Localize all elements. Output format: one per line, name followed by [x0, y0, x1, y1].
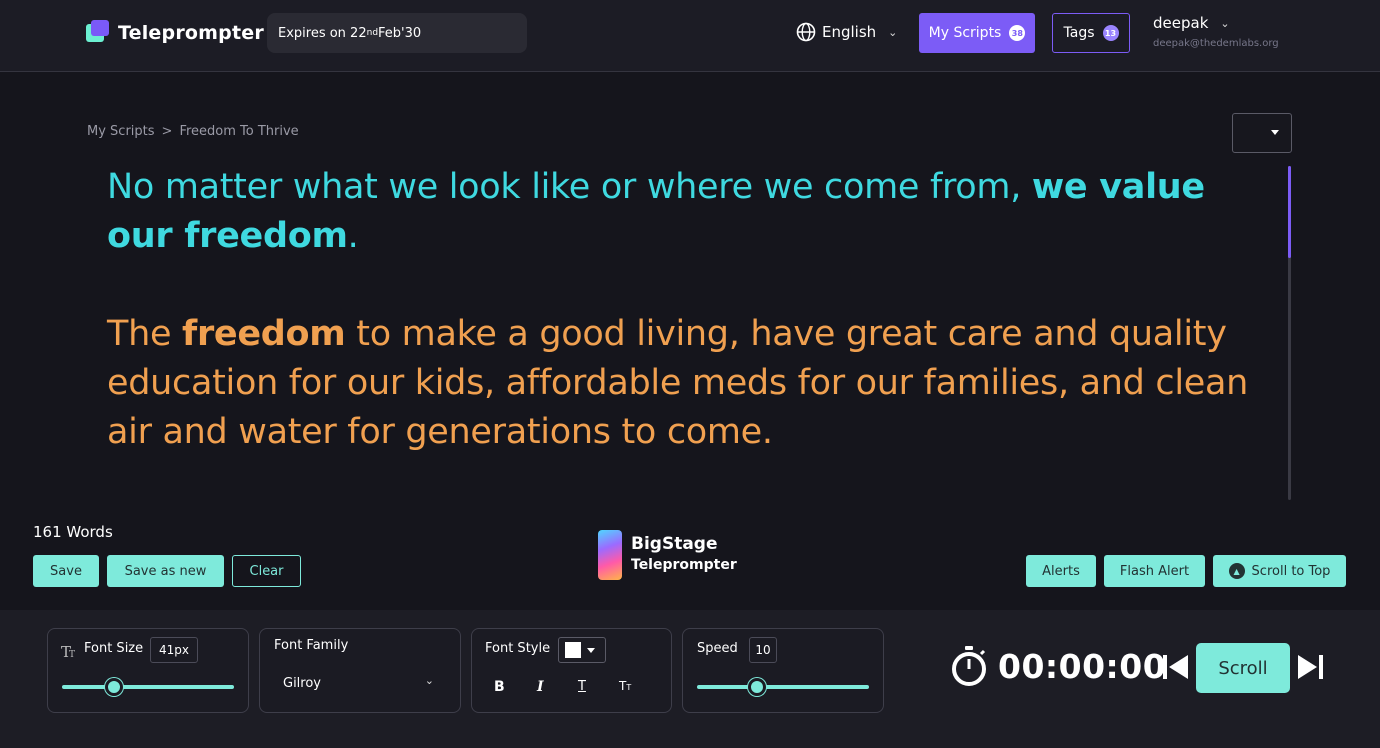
tags-count-badge: 13 [1102, 25, 1119, 41]
chevron-down-icon: ⌄ [888, 25, 898, 39]
font-family-select[interactable]: Gilroy ⌄ [270, 668, 440, 700]
speed-value[interactable]: 10 [749, 637, 777, 663]
breadcrumb-my-scripts[interactable]: My Scripts [87, 124, 155, 139]
language-selector[interactable]: English ⌄ [796, 22, 897, 42]
user-email: deepak@thedemlabs.org [1153, 38, 1279, 49]
breadcrumb-separator: > [161, 124, 173, 139]
font-style-label: Font Style [485, 641, 551, 656]
save-as-new-button[interactable]: Save as new [107, 555, 224, 587]
speed-slider[interactable] [697, 678, 869, 696]
script-paragraph-2: The freedom to make a good living, have … [107, 310, 1277, 457]
top-header: Teleprompter Expires on 22nd Feb'30 Engl… [0, 0, 1380, 72]
timer: 00:00:00 [950, 645, 1166, 687]
scroll-to-top-label: Scroll to Top [1251, 563, 1331, 579]
italic-icon[interactable]: I [537, 679, 544, 695]
bigstage-logo-icon [598, 530, 622, 580]
bold-icon[interactable]: B [494, 679, 505, 695]
script-text-area[interactable]: No matter what we look like or where we … [107, 163, 1277, 457]
font-size-slider-knob[interactable] [104, 678, 123, 696]
text-color-swatch [565, 642, 581, 658]
caret-down-icon [1271, 130, 1279, 135]
p1-text: No matter what we look like or where we … [107, 167, 1032, 207]
breadcrumb: My Scripts > Freedom To Thrive [87, 124, 299, 139]
save-button[interactable]: Save [33, 555, 99, 587]
scrollbar-thumb[interactable] [1288, 166, 1291, 258]
p1-end-text: . [347, 216, 359, 256]
font-size-slider[interactable] [62, 678, 234, 696]
user-name: deepak [1153, 14, 1209, 32]
expiry-notice: Expires on 22nd Feb'30 [267, 13, 527, 53]
script-paragraph-1: No matter what we look like or where we … [107, 163, 1277, 261]
my-scripts-label: My Scripts [928, 25, 1002, 41]
expiry-suffix: Feb'30 [378, 25, 422, 41]
expiry-prefix: Expires on 22 [278, 25, 367, 41]
app-logo[interactable]: Teleprompter [86, 20, 264, 46]
clear-button[interactable]: Clear [232, 555, 301, 587]
chevron-down-icon: ⌄ [424, 674, 434, 687]
tags-button[interactable]: Tags 13 [1052, 13, 1130, 53]
svg-text:T: T [69, 650, 75, 659]
chevron-down-icon: ⌄ [1220, 16, 1230, 30]
font-size-value[interactable]: 41px [150, 637, 198, 663]
skip-forward-icon[interactable] [1297, 653, 1323, 681]
scroll-to-top-button[interactable]: ▲ Scroll to Top [1213, 555, 1346, 587]
bigstage-line-1: BigStage [631, 534, 718, 554]
language-label: English [822, 23, 877, 41]
view-mode-dropdown[interactable] [1232, 113, 1292, 153]
breadcrumb-current: Freedom To Thrive [179, 124, 299, 139]
stopwatch-icon [952, 646, 986, 686]
logo-icon [86, 20, 110, 46]
alerts-button[interactable]: Alerts [1026, 555, 1096, 587]
text-color-picker[interactable] [558, 637, 606, 663]
underline-icon[interactable]: T [578, 679, 586, 694]
font-family-label: Font Family [274, 638, 349, 653]
user-menu[interactable]: deepak ⌄ deepak@thedemlabs.org [1153, 14, 1279, 49]
p2-bold-text: freedom [182, 314, 346, 354]
bigstage-logo: BigStage Teleprompter [598, 530, 737, 580]
p2-text-start: The [107, 314, 183, 354]
arrow-up-icon: ▲ [1228, 563, 1245, 579]
bigstage-line-2: Teleprompter [631, 557, 737, 573]
word-count: 161 Words [33, 523, 113, 541]
font-family-value: Gilroy [283, 676, 322, 691]
caret-down-icon [587, 647, 595, 653]
flash-alert-button[interactable]: Flash Alert [1104, 555, 1205, 587]
timer-display: 00:00:00 [998, 646, 1167, 686]
script-scrollbar[interactable] [1288, 166, 1291, 500]
text-case-icon[interactable]: TT [619, 679, 631, 693]
font-size-label: Font Size [84, 641, 144, 656]
globe-icon [796, 22, 816, 42]
my-scripts-count-badge: 38 [1009, 25, 1026, 41]
scroll-button[interactable]: Scroll [1196, 643, 1290, 693]
skip-back-icon[interactable] [1163, 653, 1189, 681]
app-name: Teleprompter [118, 22, 264, 44]
tags-label: Tags [1063, 25, 1095, 41]
text-size-icon: T T [61, 643, 75, 659]
speed-label: Speed [697, 641, 738, 656]
my-scripts-button[interactable]: My Scripts 38 [919, 13, 1035, 53]
font-size-card [47, 628, 249, 713]
